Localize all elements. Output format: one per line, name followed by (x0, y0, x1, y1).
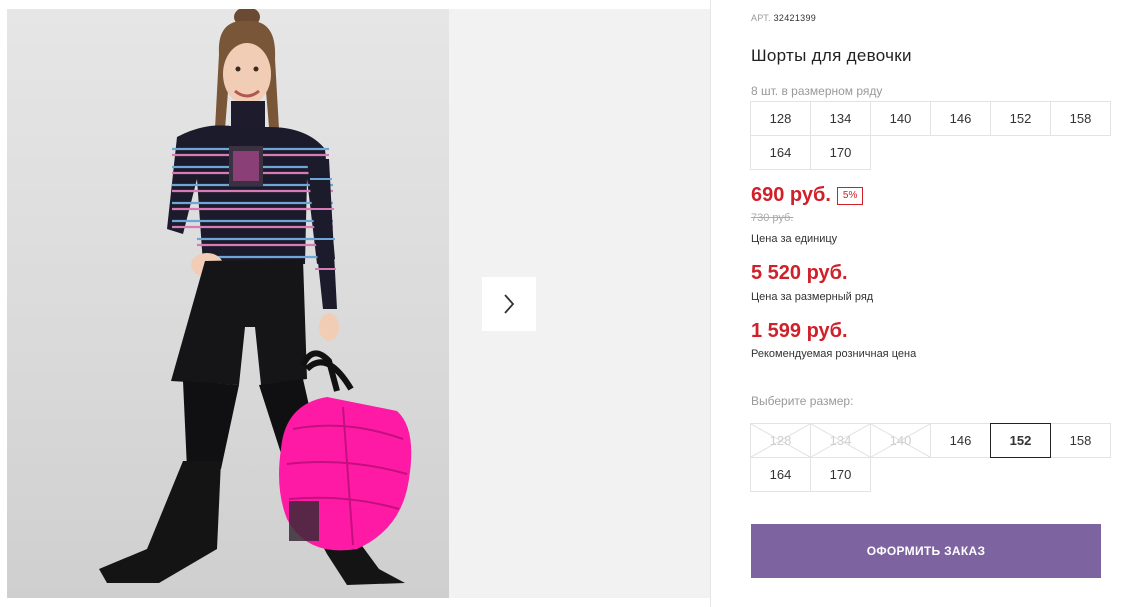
pack-size-cell: 152 (990, 101, 1051, 136)
size-option[interactable]: 146 (930, 423, 991, 458)
discount-badge: 5% (836, 186, 864, 205)
size-option[interactable]: 158 (1050, 423, 1111, 458)
retail-price: 1 599 руб. (751, 320, 848, 342)
product-gallery (0, 0, 711, 607)
pack-price: 5 520 руб. (751, 262, 848, 284)
product-sku: АРТ. 32421399 (751, 13, 816, 23)
pack-size-cell: 146 (930, 101, 991, 136)
pack-size-grid: 128 134 140 146 152 158 164 170 (750, 101, 1111, 170)
unit-price-caption: Цена за единицу (751, 233, 838, 245)
size-option-label: 140 (889, 433, 912, 448)
unit-price-row: 690 руб. 5% (751, 184, 864, 207)
size-option-disabled: 128 (750, 423, 811, 458)
pack-size-label: 8 шт. в размерном ряду (751, 84, 883, 98)
gallery-next-button[interactable] (482, 277, 536, 331)
column-divider (710, 0, 711, 607)
product-info: АРТ. 32421399 Шорты для девочки 8 шт. в … (750, 0, 1111, 607)
size-option-label: 134 (829, 433, 852, 448)
pack-size-cell: 170 (810, 135, 871, 170)
size-option-disabled: 140 (870, 423, 931, 458)
size-option-selected[interactable]: 152 (990, 423, 1051, 458)
size-option[interactable]: 164 (750, 457, 811, 492)
size-selector: 128 134 140 146 152 158 164 170 (750, 423, 1111, 492)
pack-size-cell: 134 (810, 101, 871, 136)
old-price: 730 руб. (751, 212, 794, 224)
pack-size-cell: 158 (1050, 101, 1111, 136)
pack-size-cell: 128 (750, 101, 811, 136)
pack-size-cell: 140 (870, 101, 931, 136)
chevron-right-icon (504, 294, 515, 314)
product-photo-illustration (99, 9, 412, 585)
choose-size-label: Выберите размер: (751, 394, 854, 408)
size-option[interactable]: 170 (810, 457, 871, 492)
sku-value: 32421399 (773, 13, 817, 23)
pack-price-caption: Цена за размерный ряд (751, 291, 874, 303)
product-title: Шорты для девочки (751, 46, 912, 65)
size-option-disabled: 134 (810, 423, 871, 458)
unit-price: 690 руб. (751, 184, 831, 206)
size-option-label: 128 (769, 433, 792, 448)
place-order-button[interactable]: ОФОРМИТЬ ЗАКАЗ (751, 524, 1101, 578)
pack-size-cell: 164 (750, 135, 811, 170)
sku-label: АРТ. (751, 13, 771, 23)
retail-price-caption: Рекомендуемая розничная цена (751, 348, 917, 360)
product-photo[interactable] (7, 9, 449, 598)
